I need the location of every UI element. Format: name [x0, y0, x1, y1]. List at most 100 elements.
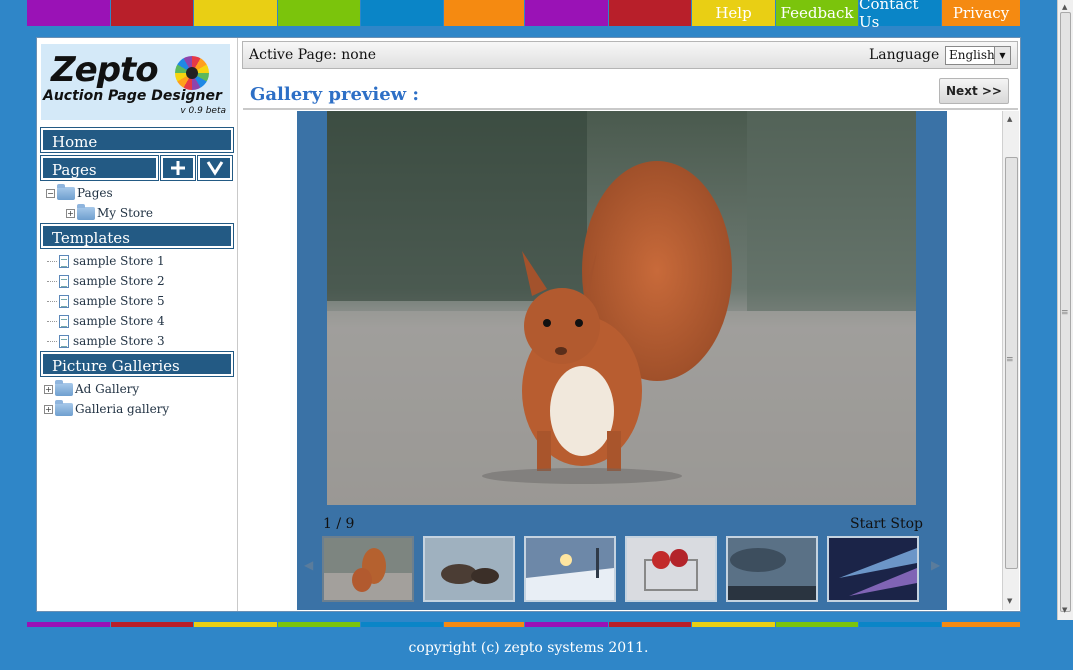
otters-thumbnail [425, 538, 513, 600]
thumbnail-stormy-sky[interactable] [726, 536, 818, 602]
thumbnail-apples-basket[interactable] [625, 536, 717, 602]
plus-icon [171, 161, 185, 175]
nav-color-block [525, 0, 608, 26]
next-button[interactable]: Next >> [939, 78, 1009, 104]
folder-icon [77, 203, 95, 220]
gallery-viewer: 1 / 9 Start Stop ◀ ▶ [297, 111, 947, 610]
feedback-link[interactable]: Feedback [776, 0, 858, 26]
nav-color-block [361, 0, 443, 26]
template-item[interactable]: sample Store 3 [47, 332, 165, 350]
document-icon [59, 334, 69, 348]
color-block [194, 622, 277, 627]
color-block [278, 622, 360, 627]
color-block [776, 622, 858, 627]
bottom-color-strip [27, 622, 1029, 627]
footer-copyright: copyright (c) zepto systems 2011. [408, 640, 649, 656]
color-block [27, 622, 110, 627]
contact-us-link[interactable]: Contact Us [859, 0, 941, 31]
snow-thumbnail [526, 538, 614, 600]
tree-line [47, 280, 57, 282]
template-item[interactable]: sample Store 2 [47, 272, 165, 290]
template-label: sample Store 2 [73, 274, 165, 288]
nav-color-block [444, 0, 524, 26]
grip-icon: ≡ [1061, 308, 1069, 318]
folder-icon [57, 183, 75, 200]
color-block [361, 622, 443, 627]
gallery-label: Ad Gallery [75, 382, 140, 396]
templates-header[interactable]: Templates [40, 223, 234, 249]
language-label: Language : [869, 47, 949, 63]
previous-arrow-icon[interactable]: ◀ [304, 558, 313, 572]
gallery-label: Galleria gallery [75, 402, 170, 416]
help-link[interactable]: Help [692, 0, 775, 26]
gallery-node[interactable]: + Ad Gallery [44, 379, 140, 398]
tree-line [47, 320, 57, 322]
pages-header[interactable]: Pages [40, 155, 159, 181]
expand-icon[interactable]: + [44, 404, 53, 414]
gallery-node[interactable]: + Galleria gallery [44, 399, 170, 418]
window-scrollbar[interactable]: ▲ ≡ ▼ [1057, 0, 1073, 620]
gallery-title: Gallery preview : [250, 84, 420, 105]
document-icon [59, 314, 69, 328]
nav-color-block [278, 0, 360, 26]
nav-color-block [609, 0, 691, 26]
content-header: Active Page: none Language : English ▼ [242, 41, 1018, 69]
template-item[interactable]: sample Store 4 [47, 312, 165, 330]
tree-label: Pages [77, 186, 113, 200]
logo-name: Zepto [51, 50, 159, 90]
main-image[interactable] [327, 111, 916, 505]
tree-node-pages[interactable]: − Pages [46, 183, 113, 202]
scroll-down-icon[interactable]: ▼ [1062, 606, 1067, 614]
start-stop-control[interactable]: Start Stop [850, 516, 923, 532]
language-select[interactable]: English ▼ [945, 46, 1011, 65]
collapse-icon[interactable]: − [46, 188, 55, 198]
tree-node-my-store[interactable]: + My Store [66, 203, 153, 222]
nav-color-block [27, 0, 110, 26]
add-page-button[interactable] [160, 155, 196, 181]
tree-label: My Store [97, 206, 153, 220]
scroll-up-icon[interactable]: ▲ [1062, 3, 1067, 11]
sidebar: Zepto Auction Page Designer v 0.9 beta H… [37, 38, 238, 611]
document-icon [59, 294, 69, 308]
color-block [942, 622, 1020, 627]
folder-icon [55, 399, 73, 416]
template-item[interactable]: sample Store 1 [47, 252, 165, 270]
thumbnail-squirrel[interactable] [322, 536, 414, 602]
main-panel: Zepto Auction Page Designer v 0.9 beta H… [36, 37, 1021, 612]
lights-thumbnail [829, 538, 917, 600]
scroll-down-icon[interactable]: ▼ [1007, 597, 1012, 605]
scroll-up-icon[interactable]: ▲ [1007, 115, 1012, 123]
privacy-link[interactable]: Privacy [942, 0, 1020, 26]
nav-color-block [194, 0, 277, 26]
document-icon [59, 274, 69, 288]
collapse-pages-button[interactable] [197, 155, 233, 181]
tree-line [47, 300, 57, 302]
thumbnail-strip [322, 536, 922, 606]
apples-thumbnail [627, 538, 715, 600]
content-scrollbar[interactable]: ▲ ≡ ▼ [1002, 111, 1019, 610]
expand-icon[interactable]: + [44, 384, 53, 394]
home-button[interactable]: Home [40, 127, 234, 153]
template-label: sample Store 5 [73, 294, 165, 308]
app-logo: Zepto Auction Page Designer v 0.9 beta [41, 44, 230, 120]
grip-icon: ≡ [1006, 355, 1014, 365]
chevron-down-icon[interactable]: ▼ [994, 47, 1010, 64]
storm-thumbnail [728, 538, 816, 600]
image-counter: 1 / 9 [323, 516, 355, 532]
expand-icon[interactable]: + [66, 208, 75, 218]
thumbnail-otters[interactable] [423, 536, 515, 602]
template-item[interactable]: sample Store 5 [47, 292, 165, 310]
document-icon [59, 254, 69, 268]
squirrel-photo [327, 111, 916, 505]
tree-line [47, 340, 57, 342]
color-block [609, 622, 691, 627]
chevron-down-icon [206, 161, 224, 176]
next-arrow-icon[interactable]: ▶ [931, 558, 940, 572]
color-block [525, 622, 608, 627]
color-block [444, 622, 524, 627]
picture-galleries-header[interactable]: Picture Galleries [40, 351, 234, 377]
folder-icon [55, 379, 73, 396]
thumbnail-snowy-sunset[interactable] [524, 536, 616, 602]
thumbnail-stage-lights[interactable] [827, 536, 919, 602]
logo-version: v 0.9 beta [180, 106, 226, 116]
